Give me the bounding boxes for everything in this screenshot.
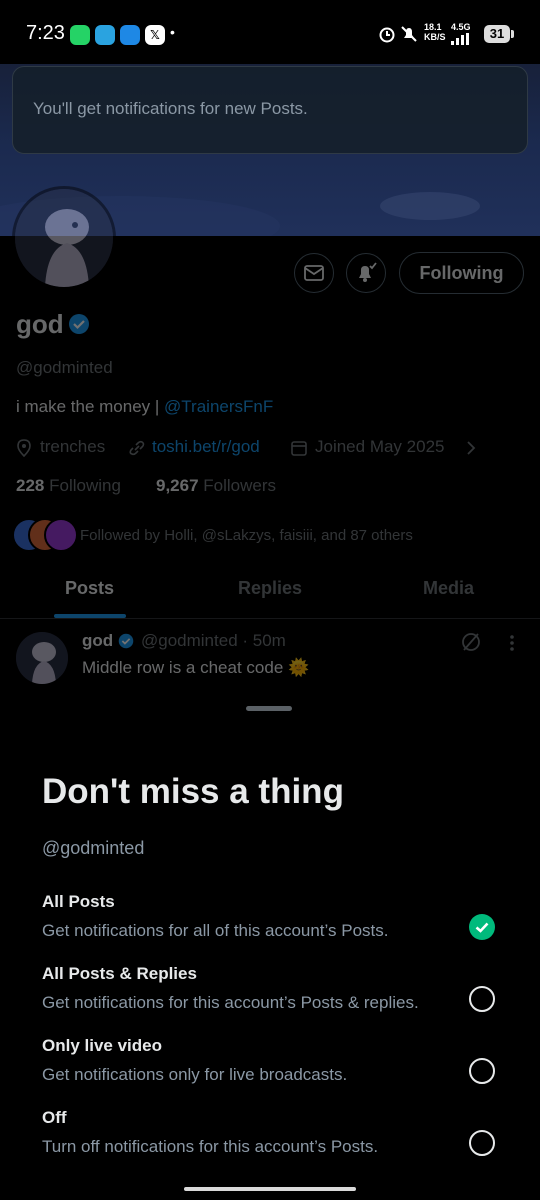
more-notifications-dot: • xyxy=(170,24,175,40)
alarm-icon xyxy=(379,27,395,43)
notifications-button[interactable] xyxy=(346,253,386,293)
tab-replies[interactable]: Replies xyxy=(238,578,302,599)
sheet-handle: @godminted xyxy=(42,838,145,858)
sheet-title: Don't miss a thing xyxy=(42,772,344,811)
calendar-icon xyxy=(291,441,307,456)
whatsapp-icon xyxy=(70,25,90,45)
check-icon xyxy=(475,922,489,933)
tabs-divider xyxy=(0,618,540,619)
profile-bio: i make the money | @TrainersFnF xyxy=(16,397,273,417)
option-title: Only live video xyxy=(42,1036,162,1055)
bio-mention-link[interactable]: @TrainersFnF xyxy=(164,397,273,416)
profile-joined: Joined May 2025 xyxy=(315,437,445,456)
profile-location: trenches xyxy=(40,437,106,456)
sheet-drag-handle[interactable] xyxy=(246,706,292,711)
toast-message: You'll get notifications for new Posts. xyxy=(33,99,308,118)
avatar-image xyxy=(15,189,113,287)
bell-check-icon xyxy=(359,262,377,282)
bio-text: i make the money | xyxy=(16,397,165,416)
followers-label: Followers xyxy=(203,476,277,495)
radio-selected-icon[interactable] xyxy=(469,914,495,940)
option-description: Get notifications only for live broadcas… xyxy=(42,1065,348,1084)
radio-unselected-icon[interactable] xyxy=(469,1058,495,1084)
followed-by-text[interactable]: Followed by Holli, @sLakzys, faisiii, an… xyxy=(80,527,413,544)
follower-avatar xyxy=(44,518,78,552)
telegram-icon xyxy=(95,25,115,45)
following-stat[interactable]: 228 Following xyxy=(16,476,121,496)
profile-website-link[interactable]: toshi.bet/r/god xyxy=(152,437,260,457)
post-meta: @godminted · 50m xyxy=(141,631,286,650)
option-description: Get notifications for all of this accoun… xyxy=(42,921,389,940)
grok-icon[interactable] xyxy=(460,631,482,653)
profile-handle: @godminted xyxy=(16,358,113,377)
following-count: 228 xyxy=(16,476,45,495)
status-time: 7:23 xyxy=(26,22,65,44)
envelope-icon xyxy=(304,265,324,281)
option-description: Get notifications for this account’s Pos… xyxy=(42,993,419,1012)
home-indicator[interactable] xyxy=(184,1187,356,1191)
messages-icon xyxy=(120,25,140,45)
option-title: All Posts xyxy=(42,892,115,911)
network-type: 4.5G xyxy=(451,22,471,32)
tab-posts[interactable]: Posts xyxy=(65,578,114,599)
signal-icon xyxy=(451,33,469,45)
radio-unselected-icon[interactable] xyxy=(469,986,495,1012)
more-options-icon[interactable] xyxy=(508,634,516,652)
net-speed: 18.1 KB/S xyxy=(424,22,446,42)
message-button[interactable] xyxy=(294,253,334,293)
notification-settings-sheet: Don't miss a thing @godminted All Posts … xyxy=(0,690,540,1200)
post-avatar-image xyxy=(16,632,68,684)
status-bar: 7:23 𝕏 • 18.1 KB/S 4.5G 31 xyxy=(0,0,540,64)
post-author[interactable]: god xyxy=(82,631,113,651)
followers-stat[interactable]: 9,267 Followers xyxy=(156,476,276,496)
option-title: All Posts & Replies xyxy=(42,964,197,983)
tab-media[interactable]: Media xyxy=(423,578,474,599)
chevron-right-icon[interactable] xyxy=(466,440,476,456)
profile-name: god xyxy=(16,309,64,339)
verified-badge-icon[interactable] xyxy=(68,313,90,335)
link-icon xyxy=(129,440,145,456)
mute-icon xyxy=(401,26,417,42)
post-text: Middle row is a cheat code 🌞 xyxy=(82,658,310,677)
x-app-icon: 𝕏 xyxy=(145,25,165,45)
following-button[interactable]: Following xyxy=(399,252,524,294)
post-verified-icon xyxy=(118,633,134,649)
option-description: Turn off notifications for this account’… xyxy=(42,1137,379,1156)
followers-count: 9,267 xyxy=(156,476,199,495)
location-icon xyxy=(17,439,31,457)
notification-toast: You'll get notifications for new Posts. xyxy=(12,66,528,154)
profile-avatar[interactable] xyxy=(12,186,116,290)
battery-icon: 31 xyxy=(484,25,514,43)
radio-unselected-icon[interactable] xyxy=(469,1130,495,1156)
option-title: Off xyxy=(42,1108,67,1127)
following-label: Following xyxy=(49,476,121,495)
post-avatar[interactable] xyxy=(16,632,68,684)
